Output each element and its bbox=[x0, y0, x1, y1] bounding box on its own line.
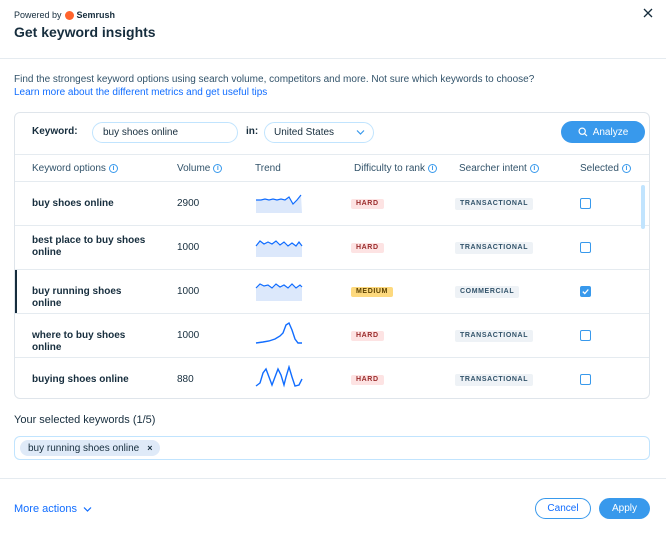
close-button[interactable] bbox=[640, 5, 656, 21]
col-intent: Searcher intent i bbox=[459, 163, 539, 174]
remove-tag-icon[interactable]: × bbox=[147, 443, 152, 453]
col-difficulty: Difficulty to rank i bbox=[354, 163, 437, 174]
keyword-cell: where to buy shoes online bbox=[32, 330, 126, 353]
country-select[interactable]: United States bbox=[264, 122, 374, 143]
table-row: where to buy shoes online 1000 HARD TRAN… bbox=[15, 314, 649, 358]
selected-keywords-title: Your selected keywords (1/5) bbox=[14, 414, 156, 426]
keyword-cell: buy shoes online bbox=[32, 198, 114, 209]
col-label: Difficulty to rank bbox=[354, 163, 425, 174]
trend-sparkline bbox=[255, 365, 303, 388]
cancel-button[interactable]: Cancel bbox=[535, 498, 591, 519]
header-divider bbox=[0, 58, 666, 59]
intent-badge: TRANSACTIONAL bbox=[455, 374, 534, 386]
info-icon[interactable]: i bbox=[427, 164, 437, 173]
table-row: buy shoes online 2900 HARD TRANSACTIONAL bbox=[15, 182, 649, 226]
chevron-down-icon bbox=[83, 506, 92, 512]
table-row: best place to buy shoes online 1000 HARD… bbox=[15, 226, 649, 270]
trend-sparkline bbox=[255, 321, 302, 344]
description: Find the strongest keyword options using… bbox=[14, 74, 535, 85]
volume-cell: 2900 bbox=[177, 198, 200, 209]
keyword-label: Keyword: bbox=[32, 126, 78, 137]
brand-name: Semrush bbox=[76, 10, 116, 20]
keyword-tag: buy running shoes online × bbox=[20, 440, 161, 456]
table-row: buying shoes online 880 HARD TRANSACTION… bbox=[15, 358, 649, 398]
volume-cell: 1000 bbox=[177, 286, 200, 297]
table-row: buy running shoes online 1000 MEDIUM COM… bbox=[15, 270, 649, 314]
dialog-title: Get keyword insights bbox=[14, 24, 156, 40]
select-checkbox[interactable] bbox=[580, 198, 591, 209]
keyword-panel: Keyword: buy shoes online in: United Sta… bbox=[14, 112, 650, 399]
volume-cell: 880 bbox=[177, 374, 194, 385]
in-label: in: bbox=[246, 126, 259, 137]
select-checkbox[interactable] bbox=[580, 242, 591, 253]
checkmark-icon bbox=[582, 289, 589, 295]
difficulty-badge: HARD bbox=[351, 375, 384, 385]
volume-cell: 1000 bbox=[177, 242, 200, 253]
col-selected: Selected i bbox=[580, 163, 631, 174]
table-header: Keyword options i Volume i Trend Difficult… bbox=[15, 154, 649, 182]
more-actions-button[interactable]: More actions bbox=[14, 503, 92, 515]
learn-more-link[interactable]: Learn more about the different metrics a… bbox=[14, 87, 267, 98]
difficulty-badge: HARD bbox=[351, 199, 384, 209]
keyword-cell: best place to buy shoes online bbox=[32, 235, 146, 258]
analyze-button[interactable]: Analyze bbox=[561, 121, 645, 143]
intent-badge: TRANSACTIONAL bbox=[455, 198, 534, 210]
selected-keywords-box[interactable]: buy running shoes online × bbox=[14, 436, 650, 460]
col-trend: Trend bbox=[255, 163, 281, 174]
close-icon bbox=[643, 8, 653, 18]
select-checkbox[interactable] bbox=[580, 286, 591, 297]
table-body: buy shoes online 2900 HARD TRANSACTIONAL… bbox=[15, 182, 649, 398]
col-label: Volume bbox=[177, 163, 211, 174]
country-value: United States bbox=[274, 127, 335, 138]
col-label: Trend bbox=[255, 163, 281, 174]
search-icon bbox=[578, 127, 588, 137]
select-checkbox[interactable] bbox=[580, 330, 591, 341]
analyze-label: Analyze bbox=[592, 126, 629, 138]
col-label: Selected bbox=[580, 163, 619, 174]
intent-badge: TRANSACTIONAL bbox=[455, 242, 534, 254]
keyword-cell: buy running shoes online bbox=[32, 286, 122, 309]
col-label: Searcher intent bbox=[459, 163, 527, 174]
select-checkbox[interactable] bbox=[580, 374, 591, 385]
col-label: Keyword options bbox=[32, 163, 106, 174]
keyword-tag-label: buy running shoes online bbox=[28, 442, 140, 454]
keyword-cell: buying shoes online bbox=[32, 374, 129, 385]
intent-badge: TRANSACTIONAL bbox=[455, 330, 534, 342]
powered-by: Powered by Semrush bbox=[14, 10, 115, 20]
volume-cell: 1000 bbox=[177, 330, 200, 341]
intent-badge: COMMERCIAL bbox=[455, 286, 520, 298]
apply-button[interactable]: Apply bbox=[599, 498, 650, 519]
powered-by-text: Powered by bbox=[14, 10, 62, 20]
trend-sparkline bbox=[255, 240, 303, 257]
info-icon[interactable]: i bbox=[213, 164, 223, 173]
col-volume: Volume i bbox=[177, 163, 223, 174]
difficulty-badge: HARD bbox=[351, 243, 384, 253]
semrush-logo-icon bbox=[64, 10, 74, 20]
difficulty-badge: HARD bbox=[351, 331, 384, 341]
col-keyword-options: Keyword options i bbox=[32, 163, 118, 174]
info-icon[interactable]: i bbox=[108, 164, 118, 173]
search-row: Keyword: buy shoes online in: United Sta… bbox=[15, 113, 649, 154]
info-icon[interactable]: i bbox=[621, 164, 631, 173]
keyword-input[interactable]: buy shoes online bbox=[92, 122, 238, 143]
info-icon[interactable]: i bbox=[529, 164, 539, 173]
footer-divider bbox=[0, 478, 666, 479]
table-scrollbar[interactable] bbox=[641, 185, 645, 229]
difficulty-badge: MEDIUM bbox=[351, 287, 393, 297]
chevron-down-icon bbox=[356, 130, 365, 135]
trend-sparkline bbox=[256, 194, 302, 213]
more-actions-label: More actions bbox=[14, 503, 77, 515]
trend-sparkline bbox=[255, 283, 303, 301]
